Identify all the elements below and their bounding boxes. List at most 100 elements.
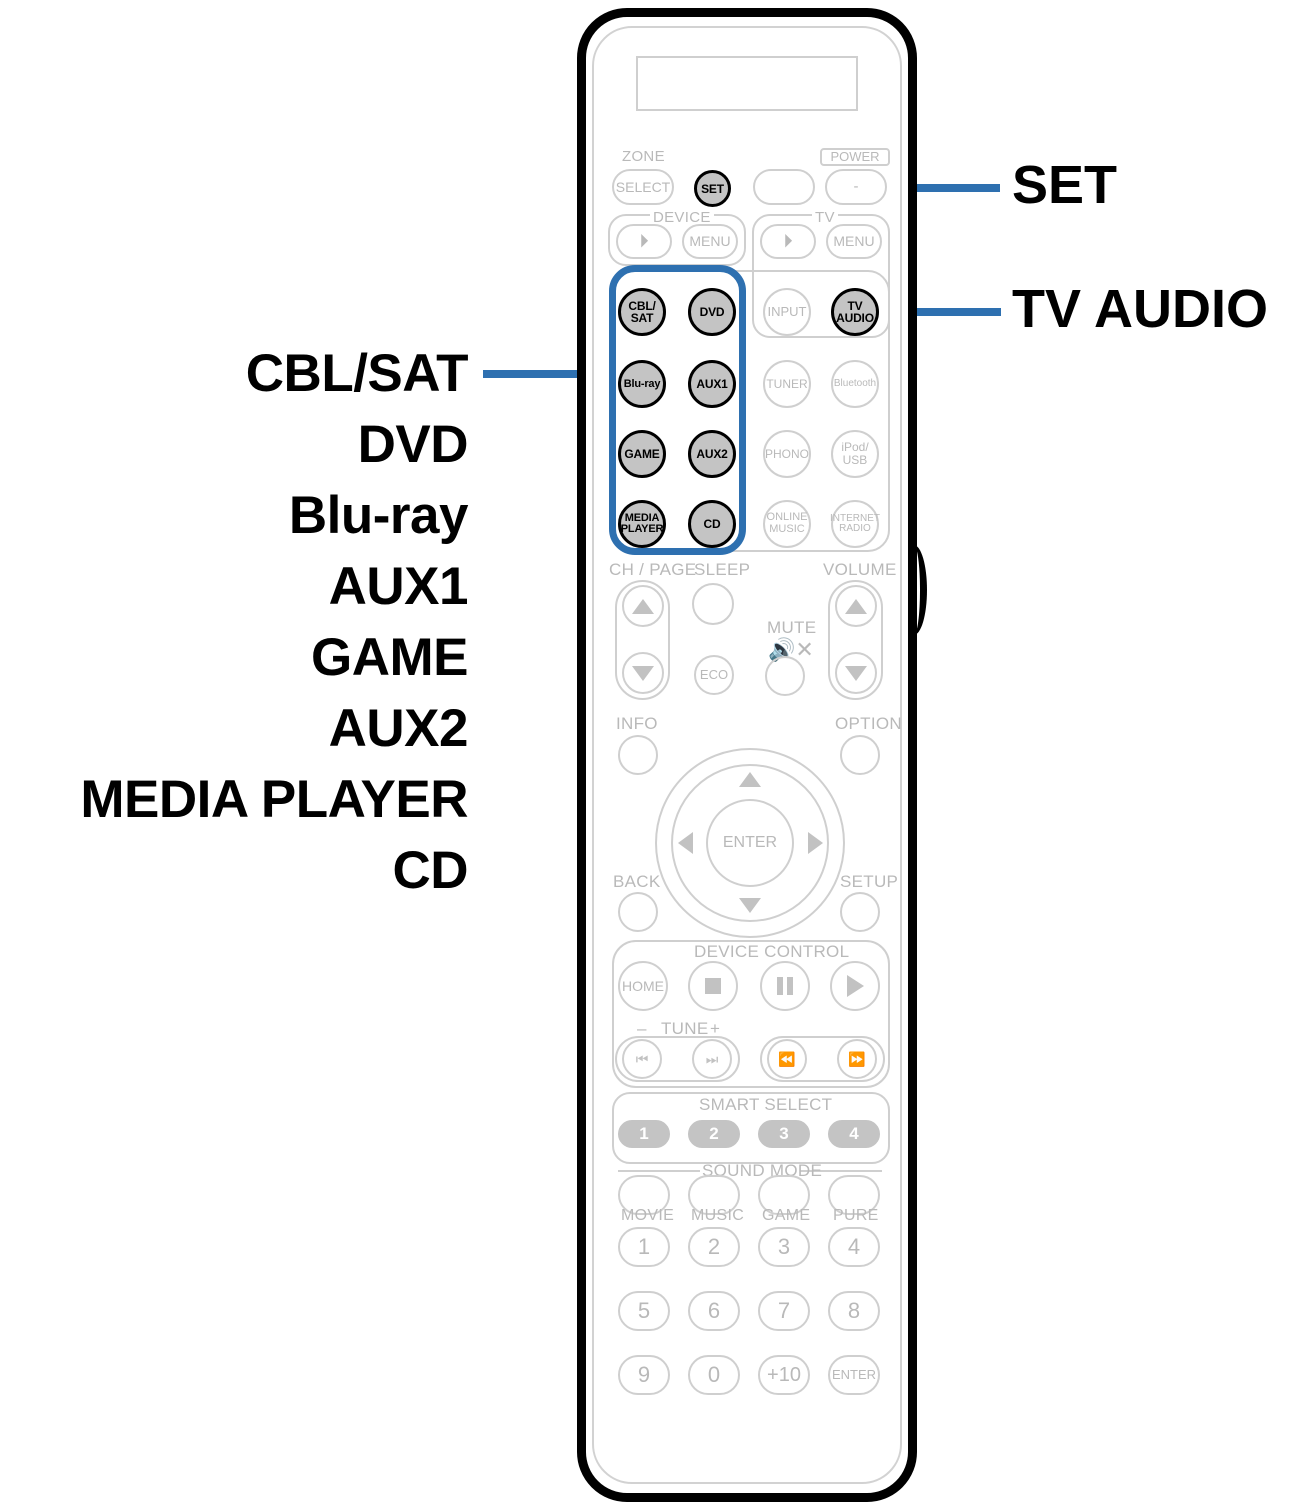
rewind-icon: ⏪ [778,1050,796,1067]
volume-up-button[interactable] [835,585,877,627]
power-section-label-box: POWER [820,148,890,166]
zone-select-button[interactable]: SELECT [612,169,674,205]
keypad-button-8[interactable]: 8 [828,1291,880,1331]
play-button[interactable] [830,961,880,1011]
pause-button[interactable] [760,961,810,1011]
set-button[interactable]: SET [694,170,731,207]
power-on-button[interactable] [753,169,815,205]
source-button-cbl-sat-line2: SAT [630,311,654,325]
mute-label: MUTE [767,618,817,637]
keypad-button-9[interactable]: 9 [618,1355,670,1395]
triangle-down-icon [632,665,654,681]
sleep-button[interactable] [692,583,734,625]
source-button-internet-radio-line2: RADIO [839,523,871,534]
remote-side-grip [905,545,927,635]
left-callout-label-aux2: AUX2 [328,699,469,758]
sound-mode-caption-game: GAME [762,1207,811,1224]
smart-select-button-3[interactable]: 3 [758,1120,810,1148]
keypad-button-1[interactable]: 1 [618,1227,670,1267]
rewind-button[interactable]: ⏪ [767,1039,807,1079]
keypad-button-7[interactable]: 7 [758,1291,810,1331]
source-button-media-player-line2: PLAYER [620,523,664,535]
triangle-right-icon [808,832,823,854]
setup-button[interactable] [840,892,880,932]
stop-icon [705,978,721,994]
smart-select-button-1[interactable]: 1 [618,1120,670,1148]
option-button[interactable] [840,735,880,775]
sound-mode-caption-movie: MOVIE [621,1207,675,1224]
source-button-cbl-sat[interactable]: CBL/ SAT [618,288,666,336]
info-button[interactable] [618,735,658,775]
keypad-button-5[interactable]: 5 [618,1291,670,1331]
back-button[interactable] [618,892,658,932]
eco-button[interactable]: ECO [694,655,734,695]
cursor-up-button[interactable] [739,772,761,787]
mute-button[interactable] [765,656,805,696]
skip-next-icon: ⏭ [705,1050,719,1067]
skip-next-button[interactable]: ⏭ [692,1039,732,1079]
keypad-button-plus10[interactable]: +10 [758,1355,810,1395]
tv-section-label: TV [812,209,838,226]
source-button-dvd[interactable]: DVD [688,288,736,336]
triangle-left-icon [678,832,693,854]
source-button-game[interactable]: GAME [618,430,666,478]
ch-page-down-button[interactable] [622,652,664,694]
source-button-ipod-usb[interactable]: iPod/ USB [831,430,879,478]
volume-down-button[interactable] [835,652,877,694]
keypad-button-4[interactable]: 4 [828,1227,880,1267]
source-button-online-music-line2: MUSIC [769,523,805,535]
smart-select-button-2[interactable]: 2 [688,1120,740,1148]
source-button-aux2[interactable]: AUX2 [688,430,736,478]
device-control-label: DEVICE CONTROL [690,942,854,962]
source-button-media-player[interactable]: MEDIA PLAYER [618,500,666,548]
skip-previous-icon: ⏮ [635,1050,649,1067]
source-button-blu-ray[interactable]: Blu-ray [618,360,666,408]
triangle-up-icon [632,598,654,614]
tv-power-button[interactable]: ⏵ [760,224,816,259]
source-button-tuner[interactable]: TUNER [763,360,811,408]
stop-button[interactable] [688,961,738,1011]
source-button-phono[interactable]: PHONO [763,430,811,478]
source-button-bluetooth[interactable]: Bluetooth [831,360,879,408]
triangle-down-icon [739,898,761,913]
cursor-right-button[interactable] [808,832,823,854]
setup-label: SETUP [840,872,899,891]
source-button-internet-radio[interactable]: INTERNET RADIO [830,500,880,548]
ch-page-label: CH / PAGE [609,560,697,579]
source-button-ipod-usb-line2: USB [842,453,868,467]
triangle-down-icon [845,665,867,681]
source-button-aux1[interactable]: AUX1 [688,360,736,408]
source-button-cd[interactable]: CD [688,500,736,548]
left-callout-label-blu-ray: Blu-ray [288,486,469,545]
power-standby-button[interactable]: - [825,169,887,205]
sound-mode-caption-music: MUSIC [691,1207,745,1224]
device-menu-button[interactable]: MENU [682,224,738,259]
skip-previous-button[interactable]: ⏮ [622,1039,662,1079]
left-callout-label-aux1: AUX1 [328,557,469,616]
fast-forward-button[interactable]: ⏩ [837,1039,877,1079]
pause-icon [777,977,793,995]
keypad-button-6[interactable]: 6 [688,1291,740,1331]
power-icon: ⏵ [639,230,649,252]
keypad-button-0[interactable]: 0 [688,1355,740,1395]
triangle-up-icon [739,772,761,787]
left-callout-label-game: GAME [311,628,469,687]
left-callout-label-stack: CBL/SAT DVD Blu-ray AUX1 GAME AUX2 MEDIA… [0,338,468,906]
keypad-button-enter[interactable]: ENTER [828,1355,880,1395]
device-power-button[interactable]: ⏵ [616,224,672,259]
source-button-online-music[interactable]: ONLINE MUSIC [763,500,811,548]
keypad-button-2[interactable]: 2 [688,1227,740,1267]
left-callout-label-media-player: MEDIA PLAYER [80,770,468,829]
cursor-left-button[interactable] [678,832,693,854]
left-callout-label-cbl-sat: CBL/SAT [245,344,469,403]
home-button[interactable]: HOME [618,961,668,1011]
zone-section-label: ZONE [622,148,665,165]
tv-menu-button[interactable]: MENU [826,224,882,259]
smart-select-button-4[interactable]: 4 [828,1120,880,1148]
cursor-down-button[interactable] [739,898,761,913]
sound-mode-caption-pure: PURE [833,1207,879,1224]
enter-button[interactable]: ENTER [706,799,794,887]
keypad-button-3[interactable]: 3 [758,1227,810,1267]
ch-page-up-button[interactable] [622,585,664,627]
remote-display-window [636,56,858,111]
